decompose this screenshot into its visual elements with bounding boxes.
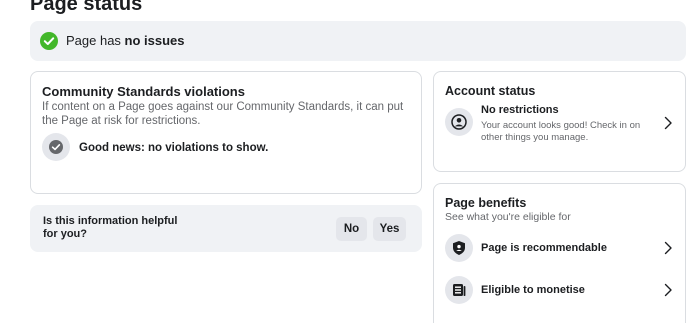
violations-description: If content on a Page goes against our Co… [42,101,404,127]
violations-status-icon-wrap [42,133,70,161]
account-item-title: No restrictions [481,104,559,116]
benefit-icon-wrap [445,234,473,262]
feedback-yes-button[interactable]: Yes [373,217,406,241]
check-circle-icon [49,140,63,154]
benefit-monetise-label[interactable]: Eligible to monetise [481,284,585,296]
check-circle-icon [40,32,58,50]
chevron-right-icon[interactable] [663,116,673,130]
account-status-card[interactable]: Account status No restrictions Your acco… [433,71,686,172]
shield-check-icon [453,241,465,255]
community-standards-card: Community Standards violations If conten… [30,71,422,194]
feedback-question: Is this information helpful for you? [43,215,178,240]
page-benefits-title: Page benefits [445,196,527,210]
page-title: Page status [30,0,143,15]
feedback-bar: Is this information helpful for you? No … [30,205,422,252]
page-benefits-subtitle: See what you're eligible for [445,211,571,223]
user-circle-icon [451,114,467,130]
account-icon-wrap [445,108,473,136]
chevron-right-icon[interactable] [663,283,673,297]
page-status-text: Page has no issues [66,33,185,48]
page-benefits-card: Page benefits See what you're eligible f… [433,183,686,323]
no-violations-text: Good news: no violations to show. [79,142,269,154]
account-status-title: Account status [445,84,536,98]
money-icon [453,284,466,296]
benefit-icon-wrap [445,276,473,304]
chevron-right-icon[interactable] [663,241,673,255]
page-status-banner: Page has no issues [30,21,686,61]
account-item-subtitle: Your account looks good! Check in on oth… [481,120,641,143]
benefit-recommendable-label[interactable]: Page is recommendable [481,242,607,254]
violations-title: Community Standards violations [42,84,245,99]
page-status-emphasis: no issues [124,33,185,48]
feedback-no-button[interactable]: No [336,217,367,241]
